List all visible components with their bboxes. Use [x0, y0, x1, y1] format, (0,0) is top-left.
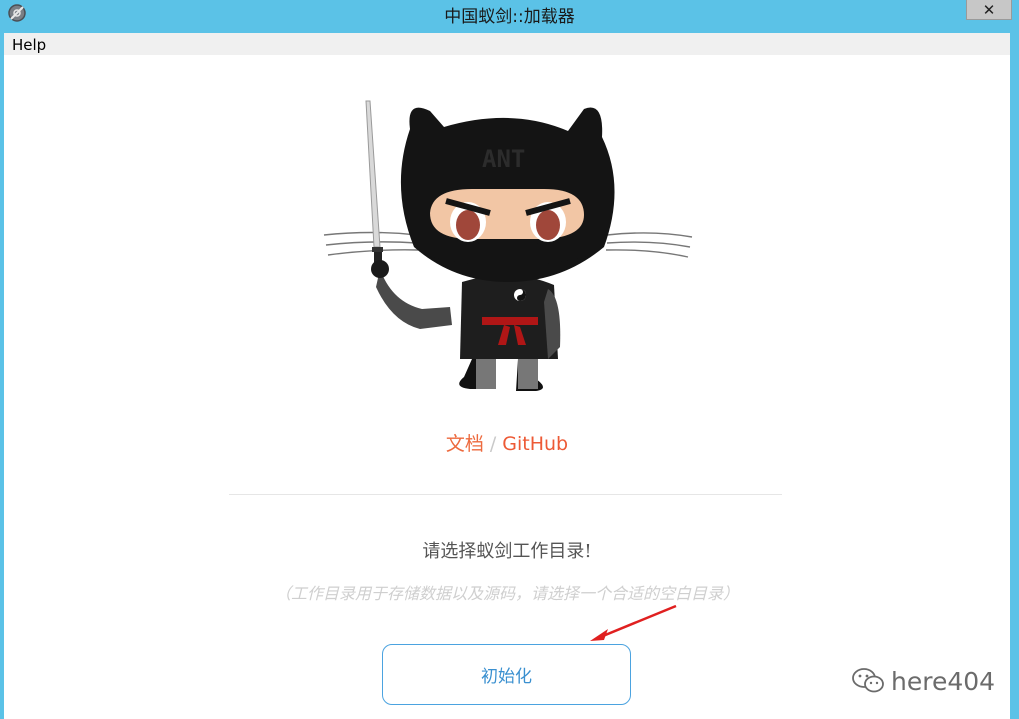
- close-icon: ✕: [982, 0, 996, 19]
- workspace-prompt: 请选择蚁剑工作目录!: [422, 541, 592, 562]
- main-content: ANT 文档 / GitHub 请选择蚁剑工作目录! （工作目录用于存储数据以及源码…: [4, 55, 1010, 719]
- menu-bar: Help: [4, 33, 1010, 55]
- octocat-ninja-icon: ANT: [323, 100, 693, 391]
- watermark-text: here404: [891, 666, 996, 696]
- github-link[interactable]: GitHub: [502, 433, 568, 455]
- workspace-hint: （工作目录用于存储数据以及源码，请选择一个合适的空白目录）: [274, 584, 739, 603]
- docs-link[interactable]: 文档: [446, 433, 484, 455]
- wechat-icon: [852, 668, 884, 693]
- link-separator: /: [489, 433, 497, 455]
- annotation-arrow: [590, 604, 677, 641]
- menu-item-help[interactable]: Help: [12, 36, 46, 54]
- links-row: 文档 / GitHub: [4, 429, 1010, 456]
- divider: [229, 494, 782, 495]
- mascot-headband-text: ANT: [482, 145, 525, 173]
- window-title: 中国蚁剑::加载器: [444, 7, 575, 27]
- title-bar[interactable]: 中国蚁剑::加载器 ✕: [0, 0, 1019, 27]
- init-button[interactable]: 初始化: [382, 644, 631, 705]
- app-window: 中国蚁剑::加载器 ✕ Help ANT 文档 / GitHub 请选择蚁剑工作…: [0, 0, 1019, 719]
- close-button[interactable]: ✕: [966, 0, 1012, 20]
- watermark: here404: [851, 666, 995, 696]
